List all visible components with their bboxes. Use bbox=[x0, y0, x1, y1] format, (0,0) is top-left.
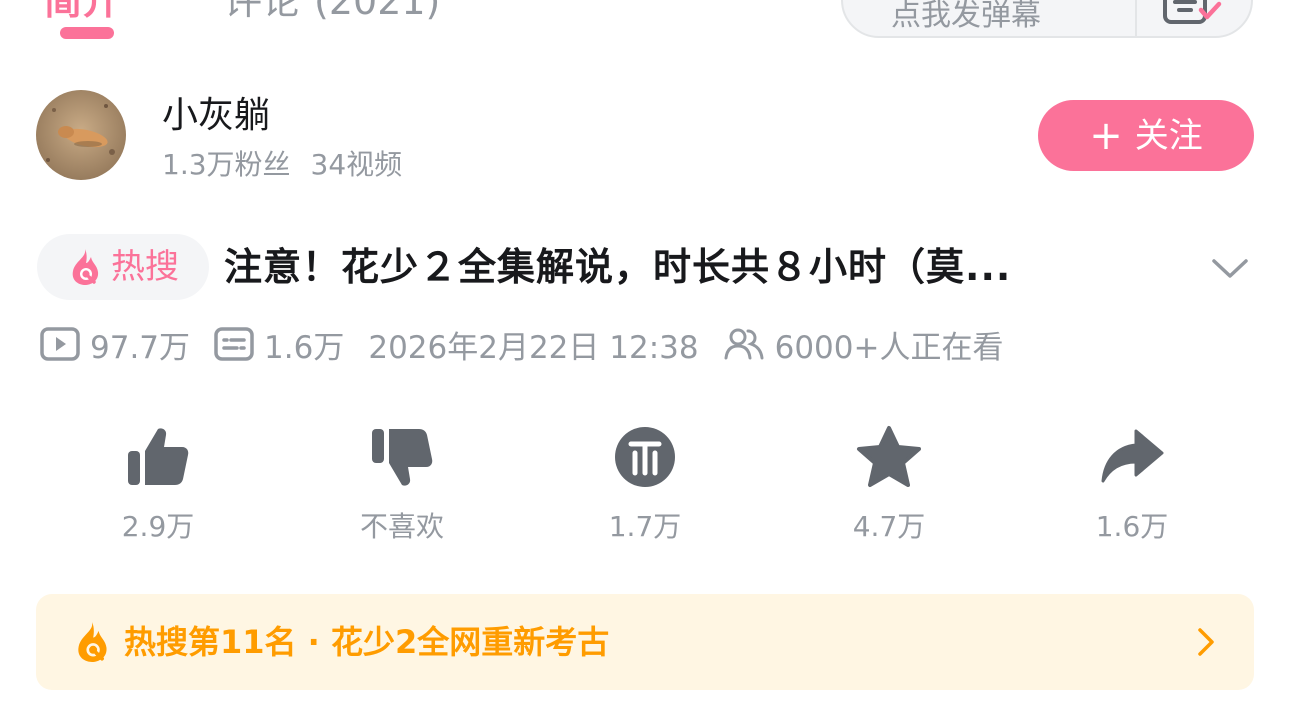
share-icon bbox=[1101, 429, 1164, 483]
active-tab-indicator bbox=[60, 27, 114, 39]
watching-count: 6000+人正在看 bbox=[774, 329, 1004, 366]
video-title: 注意！花少２全集解说，时长共８小时（莫... bbox=[224, 245, 1012, 289]
expand-button[interactable] bbox=[1208, 250, 1252, 286]
tab-comments[interactable]: 评论 (2021) bbox=[224, 0, 440, 24]
tab-intro-label: 简介 bbox=[44, 0, 121, 23]
danmaku-stat: 1.6万 bbox=[214, 322, 344, 367]
danmaku-settings-button[interactable] bbox=[1161, 0, 1227, 36]
favorite-count: 4.7万 bbox=[852, 510, 926, 543]
publish-date-text: 2026年2月22日 12:38 bbox=[368, 329, 699, 366]
hot-search-icon bbox=[78, 622, 107, 662]
video-detail-page: 简介 评论 (2021) 点我发弹幕 小灰躺 1.3万粉丝 34视频 + 关注 … bbox=[0, 0, 1290, 725]
uploader-videos: 34视频 bbox=[310, 148, 403, 181]
divider bbox=[1135, 0, 1137, 36]
views-count: 97.7万 bbox=[90, 329, 191, 366]
hot-search-banner-text: 热搜第11名 · 花少2全网重新考古 bbox=[124, 623, 610, 661]
danmaku-bar: 点我发弹幕 bbox=[841, 0, 1253, 38]
action-bar: 2.9万 不喜欢 1.7万 4.7万 1.6万 bbox=[36, 420, 1254, 550]
dislike-label: 不喜欢 bbox=[359, 510, 444, 543]
watching-stat: 6000+人正在看 bbox=[723, 322, 1004, 367]
danmaku-settings-icon bbox=[1163, 0, 1222, 24]
share-button[interactable]: 1.6万 bbox=[1052, 420, 1212, 550]
comments-count: (2021) bbox=[314, 0, 441, 23]
coin-count: 1.7万 bbox=[608, 510, 682, 543]
tab-intro[interactable]: 简介 bbox=[44, 0, 120, 24]
thumbs-down-icon bbox=[372, 429, 433, 486]
chevron-down-icon bbox=[1212, 259, 1248, 278]
danmaku-input[interactable]: 点我发弹幕 bbox=[891, 0, 1041, 34]
danmaku-count-icon bbox=[214, 327, 254, 361]
tab-comments-label: 评论 bbox=[224, 0, 301, 23]
star-icon bbox=[857, 426, 921, 487]
danmaku-placeholder: 点我发弹幕 bbox=[891, 0, 1041, 33]
play-count-icon bbox=[40, 327, 80, 361]
plus-icon: + bbox=[1089, 112, 1123, 159]
hot-search-label: 热搜 bbox=[111, 247, 179, 287]
publish-date: 2026年2月22日 12:38 bbox=[368, 322, 698, 367]
uploader-name[interactable]: 小灰躺 bbox=[162, 96, 270, 136]
avatar[interactable] bbox=[36, 90, 126, 180]
avatar-image bbox=[36, 90, 126, 180]
thumbs-up-icon bbox=[128, 428, 189, 485]
chevron-right-icon bbox=[1198, 628, 1214, 656]
uploader-stats: 1.3万粉丝 34视频 bbox=[162, 148, 402, 182]
hot-search-banner[interactable]: 热搜第11名 · 花少2全网重新考古 bbox=[36, 594, 1254, 690]
coin-icon bbox=[615, 427, 675, 487]
like-count: 2.9万 bbox=[121, 510, 195, 543]
follow-label: 关注 bbox=[1134, 115, 1203, 156]
like-button[interactable]: 2.9万 bbox=[78, 420, 238, 550]
video-meta: 97.7万 1.6万 2026年2月22日 12:38 6000+人正在看 bbox=[40, 322, 1027, 366]
follow-button[interactable]: + 关注 bbox=[1038, 100, 1254, 171]
coin-button[interactable]: 1.7万 bbox=[565, 420, 725, 550]
favorite-button[interactable]: 4.7万 bbox=[809, 420, 969, 550]
hot-search-badge[interactable]: 热搜 bbox=[37, 234, 209, 300]
danmaku-count: 1.6万 bbox=[264, 329, 345, 366]
hot-search-icon bbox=[72, 249, 99, 285]
uploader-fans: 1.3万粉丝 bbox=[162, 148, 291, 181]
dislike-button[interactable]: 不喜欢 bbox=[322, 420, 482, 550]
share-count: 1.6万 bbox=[1095, 510, 1169, 543]
views-stat: 97.7万 bbox=[40, 322, 190, 367]
people-icon bbox=[724, 328, 764, 360]
